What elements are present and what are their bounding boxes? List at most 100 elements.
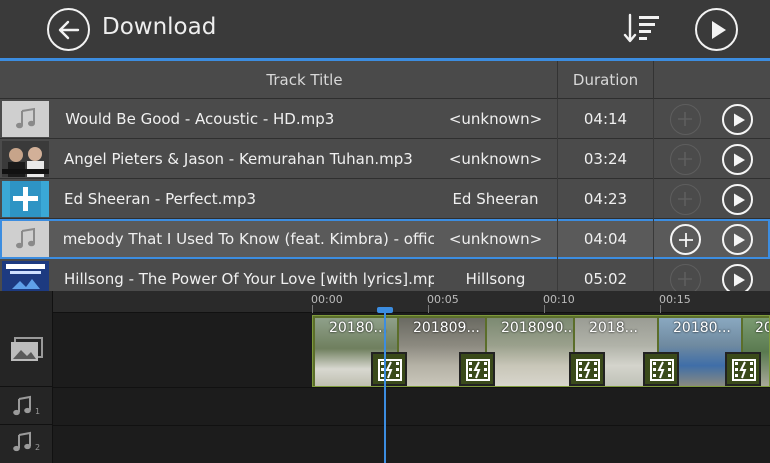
play-track-button[interactable]	[722, 264, 753, 291]
add-track-button[interactable]	[670, 184, 701, 215]
track-duration: 04:23	[557, 179, 654, 219]
play-icon	[734, 273, 745, 287]
transition-button[interactable]	[459, 352, 495, 386]
column-header-title[interactable]: Track Title	[52, 61, 557, 99]
track-title: Somebody That I Used To Know (feat. Kimb…	[64, 230, 434, 248]
ruler-tick	[544, 305, 545, 313]
audio-track-number: 1	[35, 407, 41, 416]
clip-label: 20180...	[673, 320, 731, 336]
album-art-icon	[2, 261, 49, 291]
preview-play-button[interactable]	[695, 8, 738, 51]
video-track[interactable]: 20180... 201809... 2018090... 2018... 20…	[312, 315, 770, 387]
track-thumbnail	[2, 101, 49, 137]
track-artist: <unknown>	[448, 150, 543, 168]
transition-button[interactable]	[371, 352, 407, 386]
video-track-header[interactable]	[0, 313, 53, 387]
sort-icon	[623, 13, 659, 43]
play-track-button[interactable]	[722, 104, 753, 135]
album-art-icon	[2, 181, 49, 217]
audio-track-2-header[interactable]: 2	[0, 425, 53, 463]
add-track-button[interactable]	[670, 104, 701, 135]
track-title: Ed Sheeran - Perfect.mp3	[64, 190, 257, 208]
clip-label: 2018...	[589, 320, 638, 336]
track-artist: <unknown>	[448, 230, 543, 248]
play-icon	[734, 233, 745, 247]
play-track-button[interactable]	[722, 144, 753, 175]
back-button[interactable]	[47, 8, 90, 51]
table-header: Track Title Duration	[0, 61, 770, 99]
plus-icon	[678, 192, 692, 206]
app-header: Download	[0, 0, 770, 58]
playhead[interactable]	[384, 309, 386, 463]
play-icon	[734, 193, 745, 207]
track-artist: Hillsong	[465, 270, 526, 288]
table-row-selected[interactable]: Somebody That I Used To Know (feat. Kimb…	[0, 219, 770, 259]
audio-track-1-icon	[13, 395, 31, 416]
track-duration: 03:24	[557, 139, 654, 179]
table-row[interactable]: Hillsong - The Power Of Your Love [with …	[0, 259, 770, 291]
music-note-icon	[16, 107, 35, 129]
clip-label: 20	[755, 320, 769, 336]
track-icon-column: 1 2	[0, 291, 53, 463]
track-duration: 04:14	[557, 99, 654, 139]
clip-label: 2018090...	[501, 320, 573, 336]
add-track-button[interactable]	[670, 144, 701, 175]
music-note-icon	[16, 227, 35, 249]
clip-label: 201809...	[413, 320, 480, 336]
track-title: Angel Pieters & Jason - Kemurahan Tuhan.…	[64, 150, 413, 168]
track-table: Track Title Duration I Would Be Good - A…	[0, 61, 770, 291]
track-artist: <unknown>	[448, 110, 543, 128]
column-header-duration[interactable]: Duration	[557, 61, 654, 99]
track-title: Hillsong - The Power Of Your Love [with …	[64, 270, 434, 288]
album-art-icon	[2, 141, 49, 177]
track-duration: 05:02	[557, 259, 654, 291]
add-track-button[interactable]	[670, 264, 701, 291]
track-thumbnail	[2, 221, 49, 257]
video-track-icon	[11, 337, 43, 361]
play-track-button[interactable]	[722, 224, 753, 255]
audio-track-2-icon	[13, 431, 31, 452]
ruler-label: 00:15	[659, 293, 691, 306]
plus-icon	[678, 152, 692, 166]
page-title: Download	[102, 14, 217, 40]
table-row[interactable]: Ed Sheeran - Perfect.mp3 Ed Sheeran 04:2…	[0, 179, 770, 219]
transition-button[interactable]	[643, 352, 679, 386]
sort-button[interactable]	[622, 12, 662, 46]
table-row[interactable]: Angel Pieters & Jason - Kemurahan Tuhan.…	[0, 139, 770, 179]
audio-track-number: 2	[35, 443, 41, 452]
ruler-tick	[428, 305, 429, 313]
play-track-button[interactable]	[722, 184, 753, 215]
lane-divider	[53, 425, 770, 426]
transition-icon	[378, 359, 402, 381]
transition-icon	[650, 359, 674, 381]
ruler-label: 00:10	[543, 293, 575, 306]
audio-track-1-header[interactable]: 1	[0, 387, 53, 425]
clip-label: 20180...	[329, 320, 387, 336]
transition-button[interactable]	[569, 352, 605, 386]
lane-divider	[53, 387, 770, 388]
ruler-label: 00:00	[311, 293, 343, 306]
plus-icon	[679, 233, 693, 247]
track-thumbnail	[2, 141, 49, 177]
plus-icon	[678, 272, 692, 286]
track-duration: 04:04	[557, 219, 654, 259]
video-clip[interactable]: 2018090...	[487, 318, 573, 386]
transition-icon	[576, 359, 600, 381]
plus-icon	[678, 112, 692, 126]
track-thumbnail	[2, 181, 49, 217]
ruler-tick	[660, 305, 661, 313]
transition-icon	[732, 359, 756, 381]
transition-button[interactable]	[725, 352, 761, 386]
timeline-panel: 1 2 00:00 00:05 00:10 00:15 20180... 201…	[0, 291, 770, 463]
time-ruler[interactable]: 00:00 00:05 00:10 00:15	[53, 291, 770, 313]
play-icon	[734, 113, 745, 127]
play-icon	[734, 153, 745, 167]
track-title: I Would Be Good - Acoustic - HD.mp3	[64, 110, 335, 128]
back-arrow-icon	[58, 20, 80, 40]
track-thumbnail	[2, 261, 49, 291]
transition-icon	[466, 359, 490, 381]
table-row[interactable]: I Would Be Good - Acoustic - HD.mp3 <unk…	[0, 99, 770, 139]
ruler-label: 00:05	[427, 293, 459, 306]
track-artist: Ed Sheeran	[452, 190, 539, 208]
add-track-button[interactable]	[670, 224, 701, 255]
